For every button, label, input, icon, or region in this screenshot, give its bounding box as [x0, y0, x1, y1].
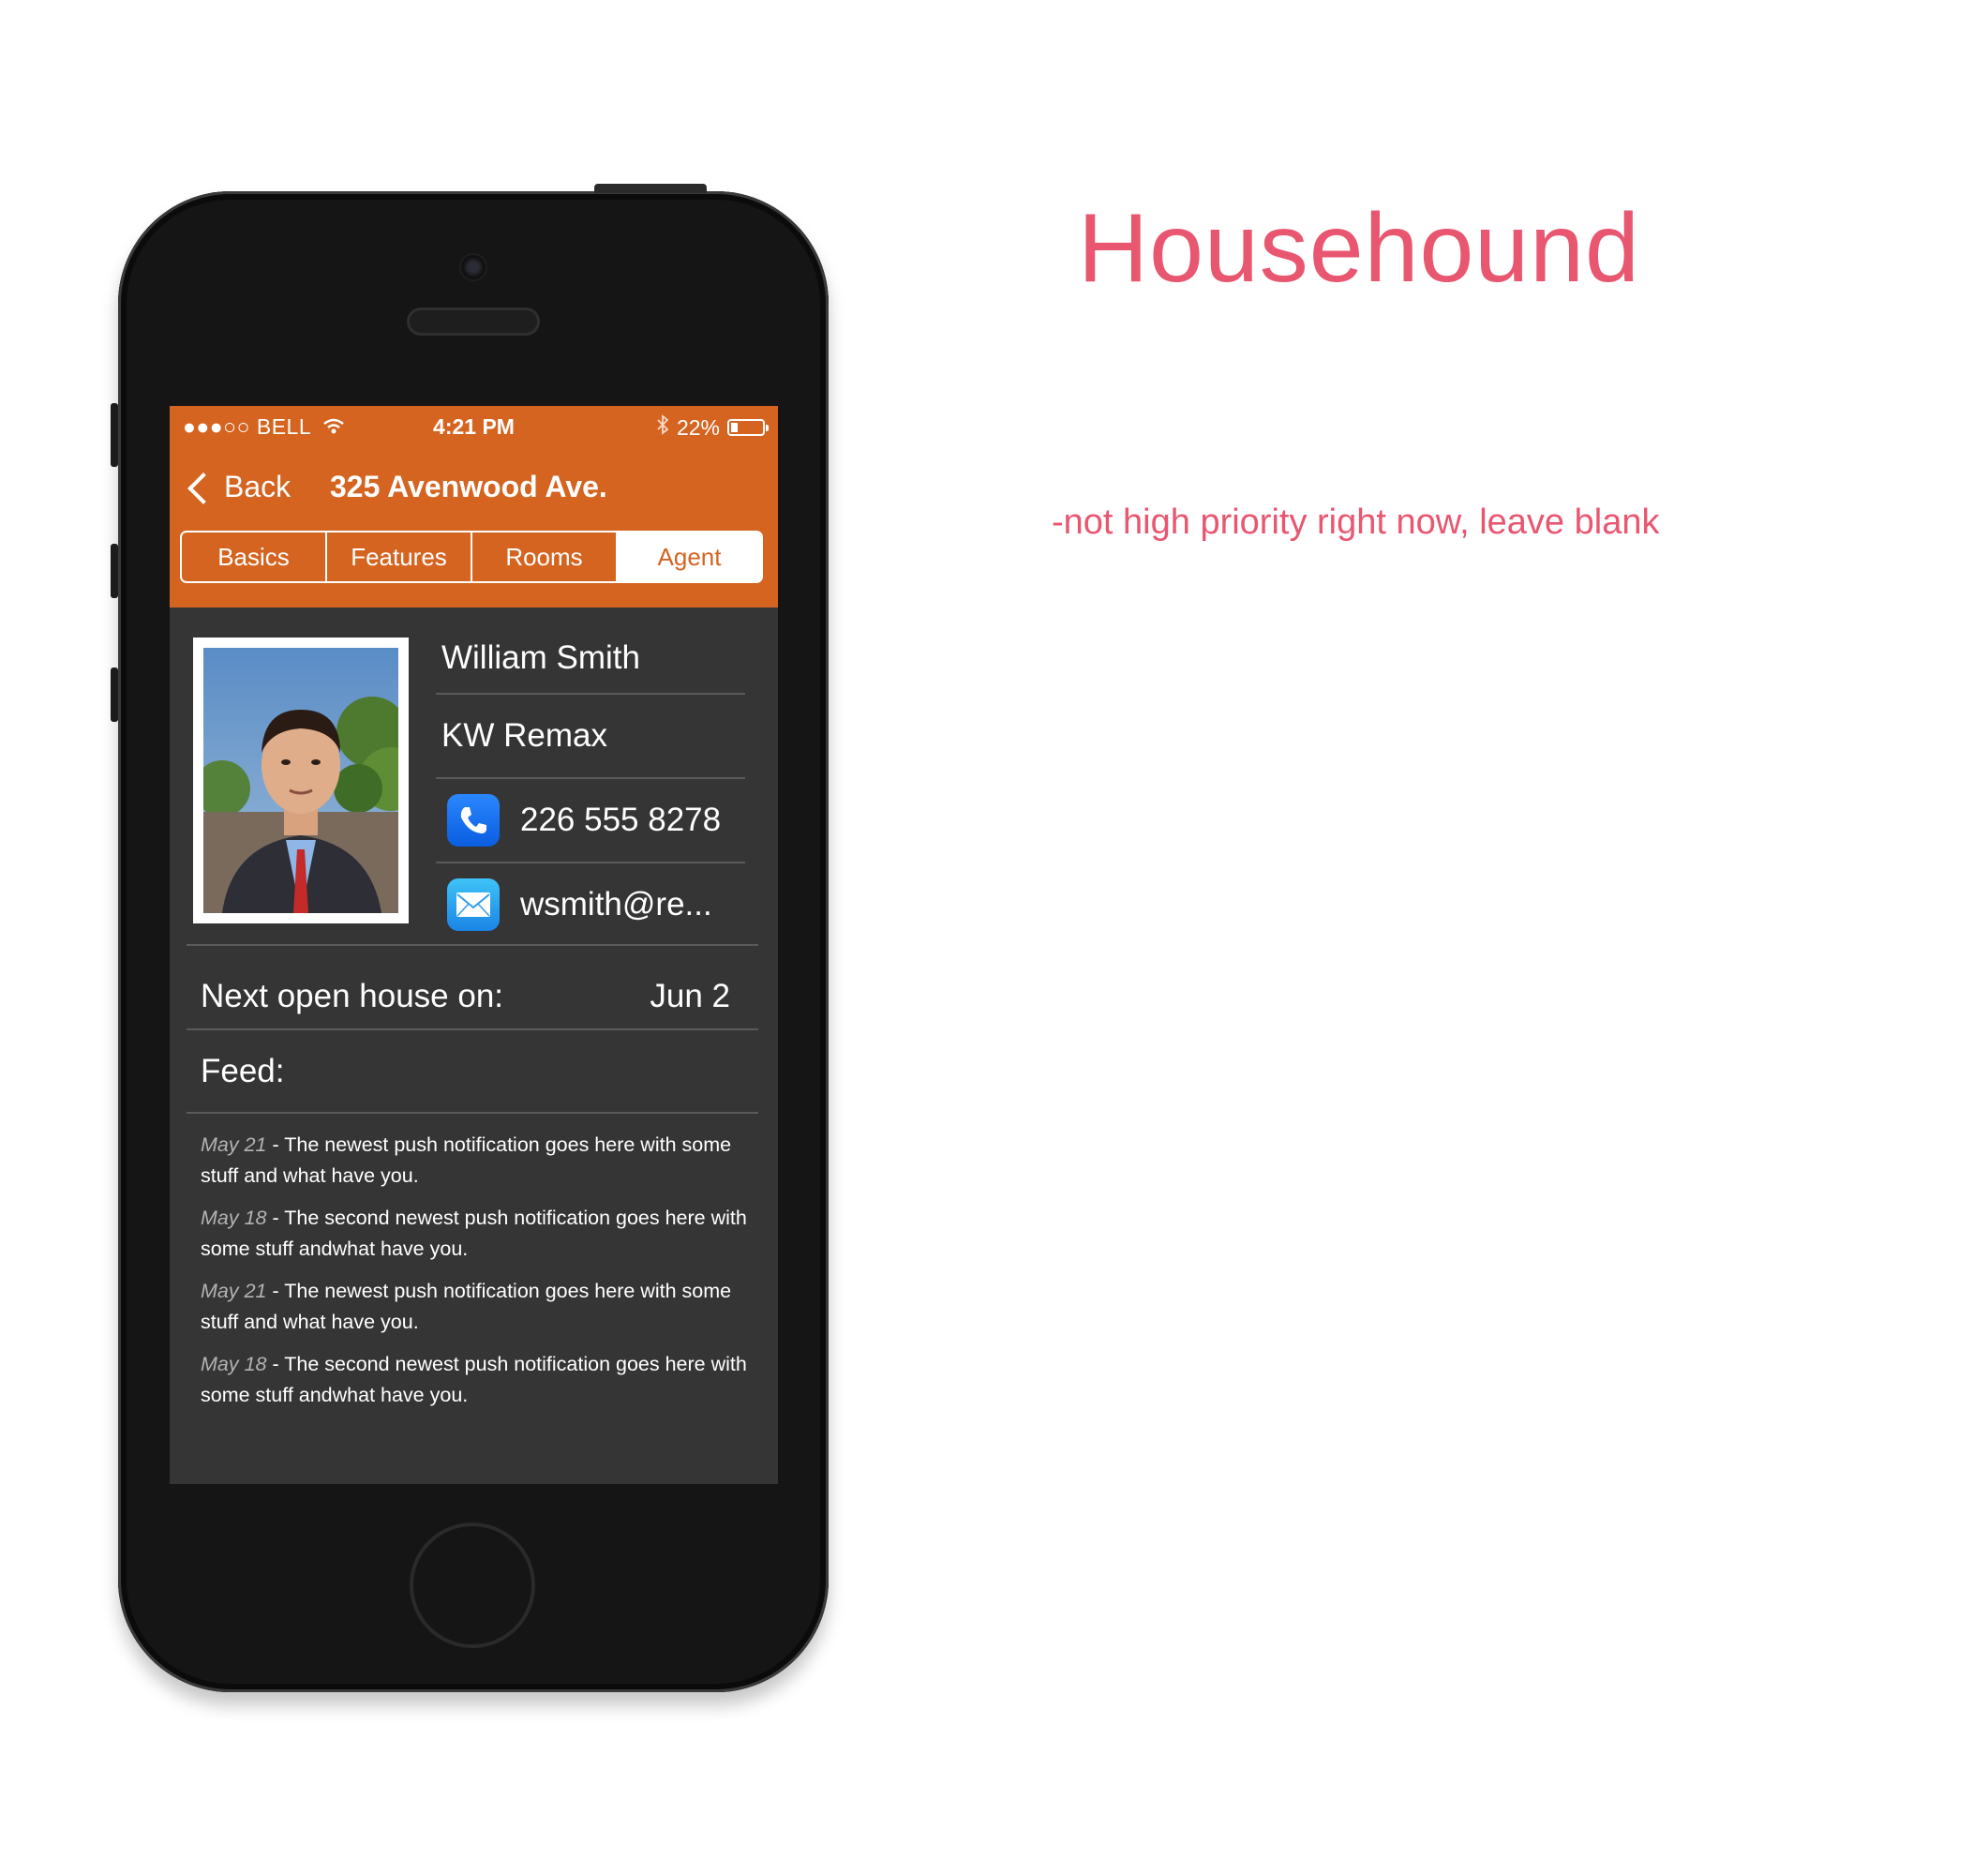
nav-bar: Back 325 Avenwood Ave. [170, 460, 778, 517]
agent-email-row[interactable]: wsmith@re... [436, 863, 745, 946]
agent-photo-frame [193, 638, 409, 923]
front-camera [459, 253, 487, 281]
agent-email[interactable]: wsmith@re... [520, 886, 712, 923]
agent-phone-row[interactable]: 226 555 8278 [436, 779, 745, 863]
feed-label: Feed: [201, 1053, 285, 1089]
tab-rooms[interactable]: Rooms [472, 532, 618, 581]
open-house-row: Next open house on: Jun 2 [201, 968, 730, 1025]
home-button[interactable] [410, 1522, 535, 1648]
volume-down-button [111, 668, 118, 722]
volume-up-button [111, 544, 118, 598]
feed-item-text: - The second newest push notification go… [201, 1207, 747, 1260]
back-label: Back [224, 470, 291, 503]
app-title: Househound [1078, 194, 1640, 303]
status-bar: ●●●○○ BELL 4:21 PM 22% [170, 406, 778, 445]
divider [187, 1028, 758, 1030]
phone-icon[interactable] [447, 794, 500, 847]
tab-agent[interactable]: Agent [618, 532, 761, 581]
feed-item-date: May 18 [201, 1353, 267, 1375]
divider [187, 944, 758, 946]
power-button [594, 184, 707, 193]
tab-basics[interactable]: Basics [182, 532, 327, 581]
feed-item-text: - The second newest push notification go… [201, 1353, 747, 1406]
mail-icon[interactable] [447, 878, 500, 931]
battery-icon [727, 419, 769, 436]
feed-item-date: May 21 [201, 1280, 267, 1302]
agent-name: William Smith [441, 639, 640, 676]
battery-fill [731, 423, 738, 432]
app-screen: ●●●○○ BELL 4:21 PM 22% Back 325 Avenwood… [170, 406, 778, 1484]
feed-item-text: - The newest push notification goes here… [201, 1133, 732, 1187]
battery-percent: 22% [676, 414, 720, 440]
status-right: 22% [656, 414, 769, 441]
agent-phone[interactable]: 226 555 8278 [520, 802, 721, 839]
feed-item: May 18 - The second newest push notifica… [201, 1203, 749, 1265]
open-house-label: Next open house on: [201, 978, 504, 1014]
tab-features[interactable]: Features [327, 532, 472, 581]
feed-item-date: May 18 [201, 1207, 267, 1229]
page-title: 325 Avenwood Ave. [330, 470, 607, 503]
feed-item: May 18 - The second newest push notifica… [201, 1349, 749, 1411]
feed-item-text: - The newest push notification goes here… [201, 1280, 732, 1333]
annotation-note: -not high priority right now, leave blan… [1052, 502, 1660, 542]
feed-list: May 21 - The newest push notification go… [201, 1130, 749, 1422]
earpiece-speaker [407, 308, 540, 336]
mute-switch [111, 403, 118, 467]
agent-company-row: KW Remax [436, 695, 745, 779]
agent-name-row: William Smith [436, 623, 745, 695]
feed-item: May 21 - The newest push notification go… [201, 1130, 749, 1192]
open-house-date: Jun 2 [650, 978, 730, 1014]
chevron-left-icon [187, 472, 219, 504]
feed-item: May 21 - The newest push notification go… [201, 1276, 749, 1338]
header-bar: ●●●○○ BELL 4:21 PM 22% Back 325 Avenwood… [170, 406, 778, 608]
agent-company: KW Remax [441, 717, 607, 754]
feed-item-date: May 21 [201, 1133, 267, 1156]
agent-photo [203, 648, 398, 913]
divider [187, 1112, 758, 1114]
segmented-control: Basics Features Rooms Agent [180, 531, 763, 583]
bluetooth-icon [656, 414, 669, 441]
back-button[interactable]: Back [185, 470, 291, 504]
